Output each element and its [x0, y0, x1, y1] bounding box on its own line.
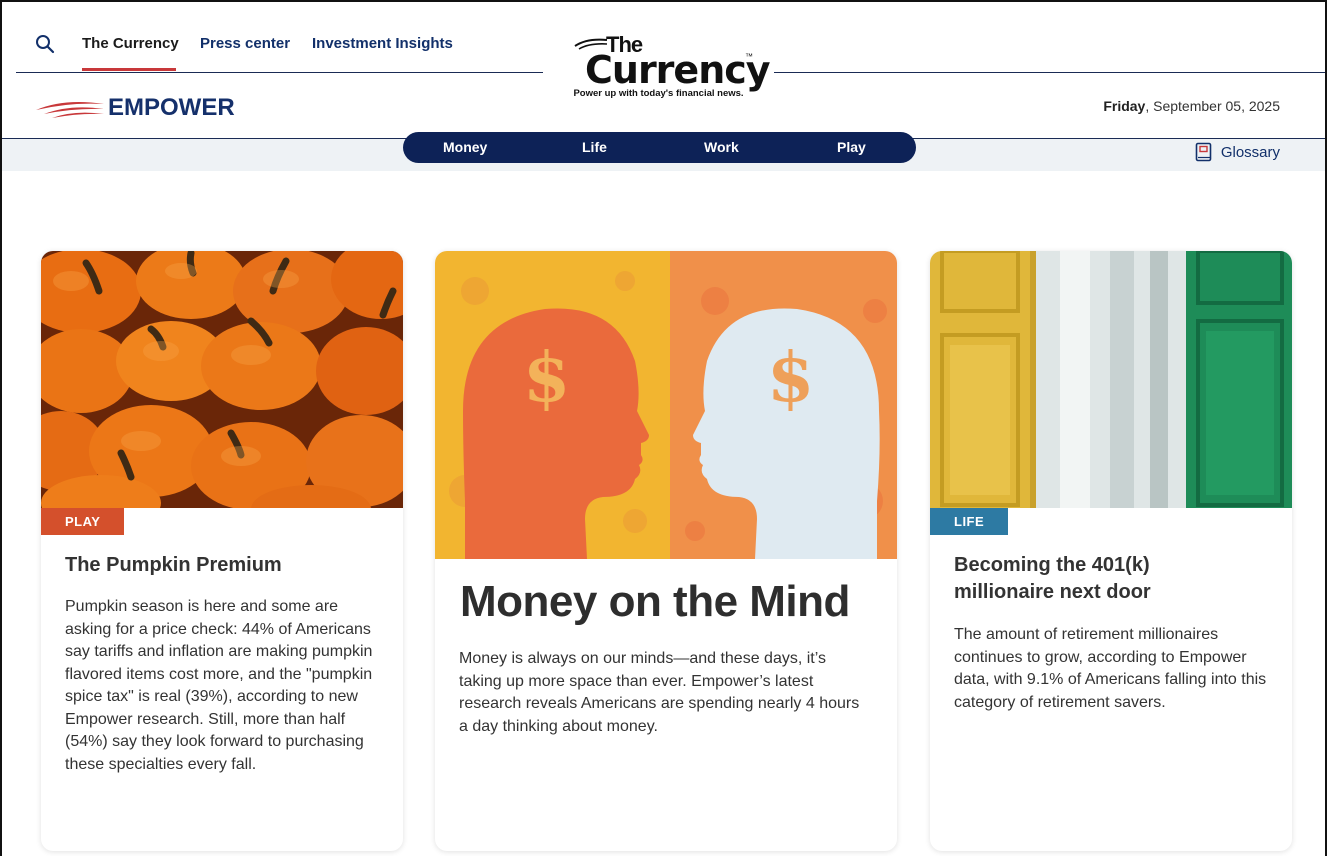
masthead-currency: Currency [585, 48, 771, 92]
header-divider-left [16, 72, 543, 73]
masthead-logo: The Currency ™ [543, 32, 774, 92]
header-divider-right [774, 72, 1325, 73]
svg-text:$: $ [523, 338, 570, 418]
card-title[interactable]: The Pumpkin Premium [65, 552, 282, 579]
nav-link-press-center[interactable]: Press center [200, 35, 290, 52]
masthead-tagline: Power up with today's financial news. [573, 88, 744, 99]
page-frame: The Currency Press center Investment Ins… [0, 0, 1327, 856]
current-date: Friday, September 05, 2025 [1103, 98, 1280, 114]
nav-link-the-currency[interactable]: The Currency [82, 35, 179, 52]
category-play[interactable]: Play [837, 139, 866, 155]
glossary-link[interactable]: Glossary [1195, 142, 1280, 162]
glossary-label: Glossary [1220, 144, 1280, 161]
card-summary: Pumpkin season is here and some are aski… [65, 598, 373, 773]
article-card-401k-millionaire[interactable]: LIFE Becoming the 401(k) millionaire nex… [930, 251, 1292, 851]
empower-swoosh-icon [36, 102, 104, 118]
nav-link-investment-insights[interactable]: Investment Insights [312, 35, 453, 52]
category-tag-play[interactable]: PLAY [41, 508, 125, 535]
article-card-pumpkin-premium[interactable]: PLAY The Pumpkin Premium Pumpkin season … [41, 251, 403, 851]
category-tag-life[interactable]: LIFE [930, 508, 1009, 535]
book-icon [1195, 142, 1212, 162]
category-life[interactable]: Life [582, 139, 607, 155]
date-weekday: Friday [1103, 98, 1146, 114]
category-work[interactable]: Work [704, 139, 739, 155]
card-title[interactable]: Becoming the 401(k) millionaire next doo… [954, 552, 1254, 606]
svg-text:$: $ [767, 338, 814, 418]
masthead-trademark: ™ [745, 52, 753, 61]
money-minds-illustration: $ $ [435, 251, 897, 559]
empower-logo[interactable]: EMPOWER [34, 92, 244, 122]
card-title[interactable]: Money on the Mind [460, 577, 850, 627]
date-rest: , September 05, 2025 [1145, 98, 1280, 114]
pumpkins-image [41, 251, 403, 508]
empower-wordmark: EMPOWER [108, 94, 235, 121]
doors-image [930, 251, 1292, 508]
the-currency-masthead[interactable]: The Currency ™ Power up with today's fin… [543, 32, 774, 99]
search-icon[interactable] [35, 34, 55, 54]
category-nav: Money Life Work Play [403, 132, 916, 163]
article-card-money-on-the-mind[interactable]: $ $ Money on the Mind Money is always on… [435, 251, 897, 851]
card-summary: Money is always on our minds—and these d… [459, 650, 860, 735]
card-summary: The amount of retirement millionaires co… [954, 626, 1267, 711]
active-tab-indicator [82, 68, 176, 71]
category-money[interactable]: Money [443, 139, 487, 155]
